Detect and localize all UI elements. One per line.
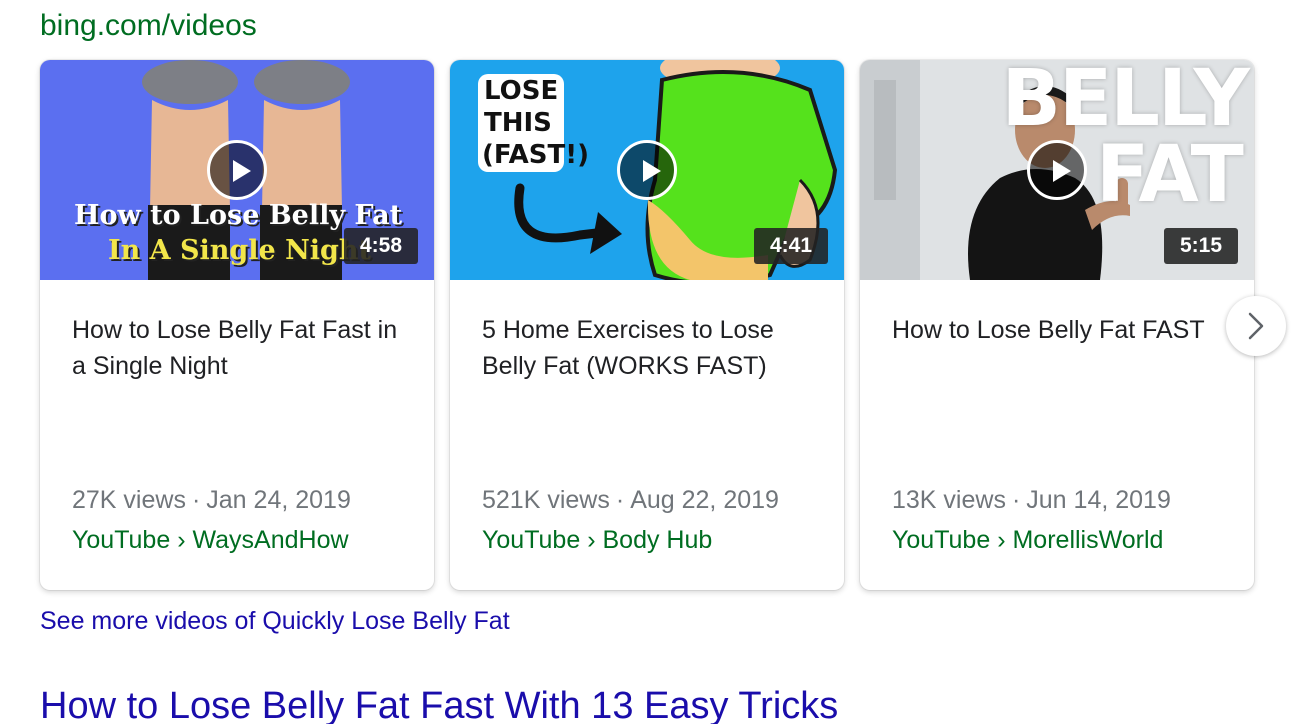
carousel-next-button[interactable] bbox=[1226, 296, 1286, 356]
search-results-page: bing.com/videos How to Lose Belly Fat In… bbox=[0, 0, 1296, 724]
meta-separator: · bbox=[615, 486, 625, 514]
video-title[interactable]: 5 Home Exercises to Lose Belly Fat (WORK… bbox=[482, 312, 820, 384]
upload-date: Aug 22, 2019 bbox=[630, 486, 779, 514]
video-meta: 27K views · Jan 24, 2019 bbox=[72, 484, 418, 516]
platform-name: YouTube bbox=[892, 526, 991, 554]
video-info: How to Lose Belly Fat FAST bbox=[892, 312, 1230, 348]
meta-separator: · bbox=[1011, 486, 1021, 514]
meta-separator: · bbox=[191, 486, 201, 514]
play-icon[interactable] bbox=[1027, 140, 1087, 200]
video-meta: 13K views · Jun 14, 2019 bbox=[892, 484, 1238, 516]
chevron-right-icon bbox=[1248, 312, 1264, 340]
thumbnail-caption-line2: In A Single Night bbox=[108, 235, 372, 266]
video-info: 5 Home Exercises to Lose Belly Fat (WORK… bbox=[482, 312, 820, 384]
video-thumbnail[interactable]: How to Lose Belly Fat In A Single Night … bbox=[40, 60, 434, 280]
upload-date: Jan 24, 2019 bbox=[206, 486, 351, 514]
play-icon[interactable] bbox=[617, 140, 677, 200]
thumbnail-caption-line1: How to Lose Belly Fat bbox=[74, 200, 403, 231]
play-icon[interactable] bbox=[207, 140, 267, 200]
video-thumbnail[interactable]: LOSE THIS (FAST!) 4:41 bbox=[450, 60, 844, 280]
thumbnail-caption-line2: FAT bbox=[1096, 130, 1244, 220]
video-source[interactable]: YouTube › MorellisWorld bbox=[892, 524, 1238, 556]
video-info: How to Lose Belly Fat Fast in a Single N… bbox=[72, 312, 410, 384]
see-more-videos-link[interactable]: See more videos of Quickly Lose Belly Fa… bbox=[40, 604, 510, 638]
video-source[interactable]: YouTube › WaysAndHow bbox=[72, 524, 418, 556]
video-duration: 4:41 bbox=[753, 228, 828, 264]
thumbnail-caption-line1: LOSE bbox=[484, 76, 559, 106]
platform-name: YouTube bbox=[72, 526, 171, 554]
view-count: 13K views bbox=[892, 486, 1006, 514]
video-card[interactable]: BELLY FAT 5:15 How to Lose Belly Fat FAS… bbox=[860, 60, 1254, 590]
video-meta: 521K views · Aug 22, 2019 bbox=[482, 484, 828, 516]
video-carousel: How to Lose Belly Fat In A Single Night … bbox=[40, 60, 1256, 590]
channel-name: MorellisWorld bbox=[1012, 526, 1164, 554]
video-title[interactable]: How to Lose Belly Fat Fast in a Single N… bbox=[72, 312, 410, 384]
breadcrumb-separator: › bbox=[177, 526, 186, 554]
channel-name: Body Hub bbox=[602, 526, 713, 554]
video-thumbnail[interactable]: BELLY FAT 5:15 bbox=[860, 60, 1254, 280]
video-duration: 4:58 bbox=[343, 228, 418, 264]
platform-name: YouTube bbox=[482, 526, 581, 554]
source-url[interactable]: bing.com/videos bbox=[40, 8, 257, 44]
next-result-title-link[interactable]: How to Lose Belly Fat Fast With 13 Easy … bbox=[40, 682, 838, 724]
video-card[interactable]: How to Lose Belly Fat In A Single Night … bbox=[40, 60, 434, 590]
view-count: 27K views bbox=[72, 486, 186, 514]
channel-name: WaysAndHow bbox=[192, 526, 349, 554]
breadcrumb-separator: › bbox=[997, 526, 1006, 554]
video-title[interactable]: How to Lose Belly Fat FAST bbox=[892, 312, 1230, 348]
video-source[interactable]: YouTube › Body Hub bbox=[482, 524, 828, 556]
view-count: 521K views bbox=[482, 486, 610, 514]
thumbnail-caption-line3: (FAST!) bbox=[482, 140, 589, 170]
upload-date: Jun 14, 2019 bbox=[1026, 486, 1171, 514]
breadcrumb-separator: › bbox=[587, 526, 596, 554]
video-duration: 5:15 bbox=[1163, 228, 1238, 264]
thumbnail-caption-line2: THIS bbox=[484, 108, 552, 138]
video-card[interactable]: LOSE THIS (FAST!) 4:41 5 Home Exercises … bbox=[450, 60, 844, 590]
